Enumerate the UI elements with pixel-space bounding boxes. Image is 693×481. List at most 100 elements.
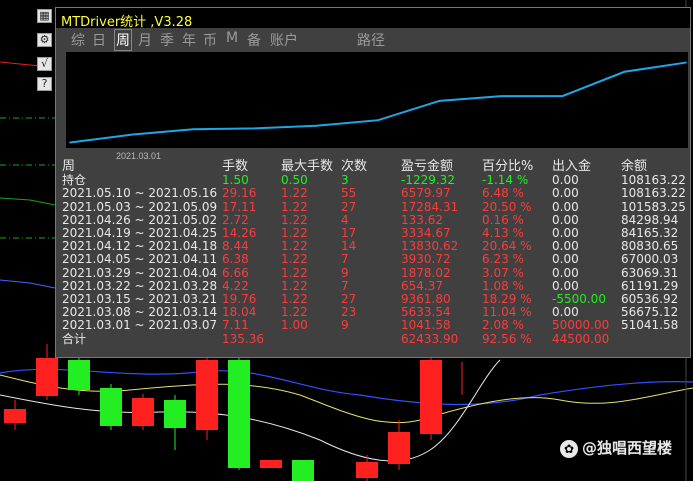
max-lots-cell: 1.22 (281, 186, 308, 201)
tab-6[interactable]: 币 (202, 30, 218, 50)
balance-point-3 (254, 127, 256, 130)
balance-point-0 (69, 141, 71, 144)
tab-7[interactable]: M (225, 30, 239, 46)
tab-8[interactable]: 备 (246, 30, 262, 50)
tab-4[interactable]: 季 (159, 30, 175, 50)
max-lots-cell: 1.22 (281, 252, 308, 267)
pnl-cell: 1878.02 (401, 265, 451, 280)
lots-cell: 14.26 (222, 226, 257, 240)
pct-cell: 11.04 % (482, 305, 532, 320)
total-pnl-cell: 62433.90 (401, 331, 459, 346)
period-cell: 2021.05.03 ~ 2021.05.09 (62, 199, 218, 214)
watermark: ✿ @独唱西望楼 (560, 437, 672, 458)
balance-cell: 61191.29 (621, 278, 679, 293)
table-row: 2021.04.05 ~ 2021.04.11 6.38 1.22 7 3930.72 6… (56, 252, 690, 266)
max-lots-cell: 1.22 (281, 226, 308, 240)
count-cell: 27 (341, 292, 357, 306)
period-cell: 2021.03.22 ~ 2021.03.28 (62, 278, 218, 293)
balance-point-9 (623, 70, 626, 73)
header-pct: 百分比% (482, 159, 534, 174)
tab-3[interactable]: 月 (137, 30, 153, 50)
period-cell: 2021.05.10 ~ 2021.05.16 (62, 186, 218, 201)
balance-cell: 84298.94 (621, 212, 679, 227)
pct-cell: 6.23 % (482, 252, 524, 267)
count-cell: 7 (341, 252, 349, 267)
period-cell: 2021.03.15 ~ 2021.03.21 (62, 292, 218, 306)
pnl-cell: 133.62 (401, 212, 443, 227)
count-cell: 17 (341, 226, 357, 240)
period-cell: 2021.03.08 ~ 2021.03.14 (62, 305, 218, 320)
count-cell: 9 (341, 318, 349, 333)
deposit-cell: 0.00 (552, 199, 579, 214)
table-row: 2021.03.08 ~ 2021.03.14 18.04 1.22 23 5633.5… (56, 305, 690, 319)
balance-cell: 51041.58 (621, 318, 679, 333)
balance-point-6 (438, 100, 441, 102)
pct-cell: 2.08 % (482, 318, 524, 333)
table-header: 周 手数 最大手数 次数 盈亏金额 百分比% 出入金 余额 (56, 160, 690, 174)
max-lots-cell: 1.22 (281, 305, 308, 320)
weibo-icon: ✿ (560, 439, 578, 458)
tab-9[interactable]: 账户 (269, 30, 299, 50)
pct-cell: 3.07 % (482, 265, 524, 280)
tab-10[interactable]: 路径 (356, 30, 386, 50)
lots-cell: 4.22 (222, 278, 249, 293)
tab-0[interactable]: 综 (70, 30, 86, 50)
total-lots-cell: 135.36 (222, 331, 264, 346)
pnl-cell: 17284.31 (401, 199, 459, 214)
max-lots-cell: 1.22 (281, 292, 308, 306)
table-row: 2021.03.22 ~ 2021.03.28 4.22 1.22 7 654.37 1.… (56, 279, 690, 293)
checkmark-icon[interactable]: √ (37, 57, 52, 71)
deposit-cell: 0.00 (552, 305, 579, 320)
period-cell: 2021.03.29 ~ 2021.04.04 (62, 265, 218, 280)
balance-line (69, 61, 687, 144)
max-lots-cell: 0.50 (281, 173, 308, 188)
period-cell: 2021.04.26 ~ 2021.05.02 (62, 212, 218, 227)
max-lots-cell: 1.22 (281, 239, 308, 254)
period-cell: 持仓 (62, 173, 87, 188)
pct-cell: 4.13 % (482, 226, 524, 240)
pct-cell: -1.14 % (482, 173, 529, 188)
pct-cell: 6.48 % (482, 186, 524, 201)
header-max-lots: 最大手数 (281, 159, 334, 174)
help-icon[interactable]: ? (37, 77, 52, 91)
pct-cell: 18.29 % (482, 292, 532, 306)
lots-cell: 6.38 (222, 252, 249, 267)
total-label: 合计 (62, 331, 87, 346)
table-row: 2021.05.03 ~ 2021.05.09 17.11 1.22 27 17284.… (56, 200, 690, 214)
header-lots: 手数 (222, 159, 249, 174)
balance-point-8 (562, 95, 564, 97)
deposit-cell: 0.00 (552, 252, 579, 267)
period-cell: 2021.04.05 ~ 2021.04.11 (62, 252, 218, 267)
balance-chart (66, 52, 688, 148)
period-cell: 2021.04.12 ~ 2021.04.18 (62, 239, 218, 254)
deposit-cell: 0.00 (552, 226, 579, 240)
balance-cell: 84165.32 (621, 226, 679, 240)
balance-point-7 (500, 95, 503, 97)
pnl-cell: 13830.62 (401, 239, 459, 254)
total-pct-cell: 92.56 % (482, 331, 532, 346)
gear-icon[interactable]: ⚙ (37, 33, 52, 47)
lots-cell: 19.76 (222, 292, 257, 306)
table-row: 2021.03.29 ~ 2021.04.04 6.66 1.22 9 1878.02 3… (56, 266, 690, 280)
total-row: 合计 135.36 62433.90 92.56 % 44500.00 (56, 332, 690, 346)
drag-icon[interactable]: ▦ (37, 9, 52, 23)
tab-1[interactable]: 日 (91, 30, 107, 50)
balance-cell: 108163.22 (621, 186, 686, 201)
pct-cell: 1.08 % (482, 278, 524, 293)
pnl-cell: 5633.54 (401, 305, 451, 320)
table-row: 2021.04.26 ~ 2021.05.02 2.72 1.22 4 133.62 0.… (56, 213, 690, 227)
statistics-panel: MTDriver统计 ,V3.28 综日周月季年币 M 备账户 路径 2021.03.… (55, 7, 691, 358)
tab-5[interactable]: 年 (181, 30, 197, 50)
header-balance: 余额 (621, 159, 648, 174)
deposit-cell: 50000.00 (552, 318, 610, 333)
tab-2[interactable]: 周 (114, 29, 132, 51)
holding-row: 持仓 1.50 0.50 3 -1229.32 -1.14 % 0.00 108163.22 (56, 173, 690, 187)
deposit-cell: 0.00 (552, 278, 579, 293)
lots-cell: 17.11 (222, 199, 257, 214)
header-count: 次数 (341, 159, 368, 174)
lots-cell: 29.16 (222, 186, 257, 201)
lots-cell: 8.44 (222, 239, 249, 254)
lots-cell: 2.72 (222, 212, 249, 227)
title-bar[interactable]: MTDriver统计 ,V3.28 (56, 8, 690, 30)
max-lots-cell: 1.00 (281, 318, 308, 333)
